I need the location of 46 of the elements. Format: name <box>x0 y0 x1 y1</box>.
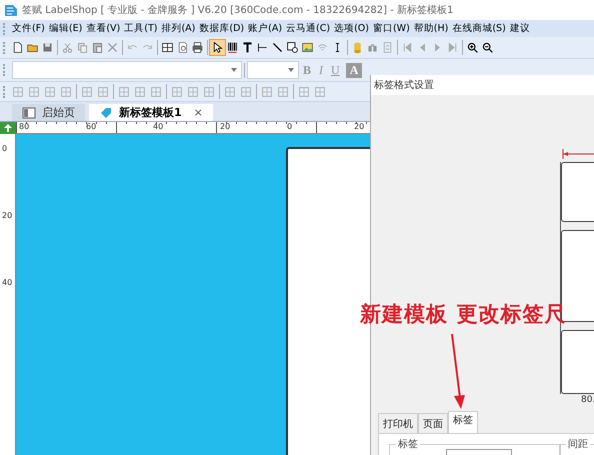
zoom-in-icon[interactable] <box>465 40 480 55</box>
width-dimension-arrow <box>562 149 594 159</box>
image-icon[interactable] <box>300 40 315 55</box>
menu-item[interactable]: 查看(V) <box>84 22 122 35</box>
menu-item[interactable]: 编辑(E) <box>46 22 84 35</box>
menu-item[interactable]: 账户(A) <box>246 22 284 35</box>
ruler-origin-button[interactable] <box>0 122 16 134</box>
document-tab[interactable]: 新标签模板1 × <box>89 104 213 121</box>
label-preview <box>561 330 594 394</box>
diagonal-line-icon[interactable] <box>270 40 285 55</box>
window-icon <box>22 106 36 118</box>
vertical-ruler: 0 20 40 <box>0 134 16 455</box>
document-tab[interactable]: 启始页 <box>12 104 85 121</box>
menu-item[interactable]: 工具(T) <box>122 22 160 35</box>
menu-item[interactable]: 建议 <box>508 22 532 35</box>
font-name-dropdown[interactable] <box>12 61 242 79</box>
shapes-icon[interactable] <box>285 40 300 55</box>
dialog-tab[interactable]: 页面 <box>418 413 448 434</box>
width-value: 80. <box>581 395 594 405</box>
menu-item[interactable]: 数据库(D) <box>197 22 246 35</box>
copy-icon[interactable] <box>75 40 90 55</box>
menu-item[interactable]: 文件(F) <box>10 22 47 35</box>
cross-icon[interactable] <box>105 40 120 55</box>
group-label: 间距 <box>566 437 590 451</box>
paste-icon[interactable] <box>90 40 105 55</box>
tag-icon <box>99 106 113 118</box>
table-icon[interactable] <box>160 40 175 55</box>
menu-item[interactable]: 排列(A) <box>159 22 198 35</box>
dialog-tab[interactable]: 标签 <box>448 411 478 434</box>
menu-item[interactable]: 帮助(H) <box>412 22 450 35</box>
group-label: 标签 <box>396 437 420 451</box>
font-size-dropdown[interactable] <box>247 61 299 79</box>
menu-item[interactable]: 选项(O) <box>332 22 371 35</box>
printer-icon[interactable] <box>190 40 205 55</box>
dialog-title: 标签格式设置 <box>374 78 434 92</box>
dialog-tab[interactable]: 打印机 <box>378 413 418 434</box>
close-tab-button[interactable]: × <box>194 106 203 119</box>
menu-item[interactable]: 在线商城(S) <box>450 22 508 35</box>
label-preview <box>561 162 594 222</box>
app-logo-icon <box>4 3 18 17</box>
zoom-out-icon[interactable] <box>480 40 495 55</box>
menu-item[interactable]: 云马通(C) <box>284 22 332 35</box>
window-title: 签赋 LabelShop [ 专业版 - 金牌服务 ] V6.20 [360Code.com - 18322694282] - 新标签模板1 <box>22 4 454 17</box>
barcode-icon[interactable] <box>225 40 240 55</box>
menu-item[interactable]: 窗口(W) <box>370 22 412 35</box>
pointer-icon[interactable] <box>210 40 225 55</box>
